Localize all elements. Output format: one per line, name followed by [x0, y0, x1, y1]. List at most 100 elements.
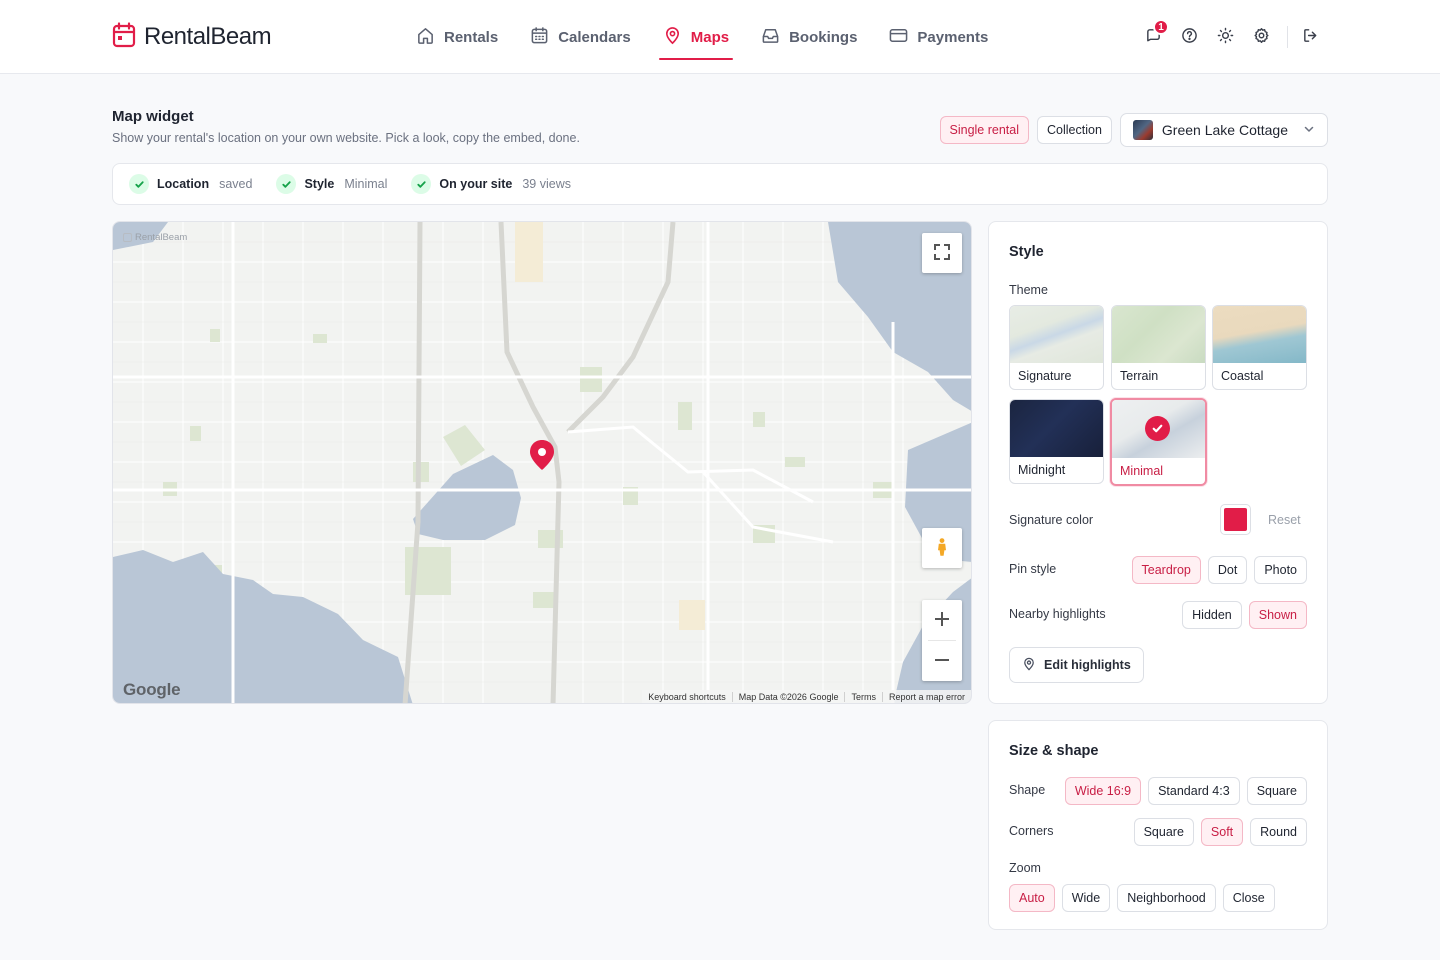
corners-options: Square Soft Round — [1133, 818, 1307, 846]
theme-midnight[interactable]: Midnight — [1009, 399, 1104, 484]
theme-signature[interactable]: Signature — [1009, 305, 1104, 390]
theme-midnight-thumbnail — [1010, 400, 1103, 457]
reset-color-button[interactable]: Reset — [1268, 513, 1301, 527]
size-shape-title: Size & shape — [1009, 743, 1099, 759]
nearby-highlights-options: Hidden Shown — [1182, 601, 1307, 629]
nav-payments-label: Payments — [917, 28, 989, 46]
zoom-out-button[interactable] — [922, 641, 962, 681]
nav-bookings[interactable]: Bookings — [745, 0, 873, 74]
help-button[interactable] — [1171, 20, 1207, 54]
zoom-controls — [922, 600, 962, 681]
header-actions: 1 — [1135, 19, 1328, 54]
logout-button[interactable] — [1292, 20, 1328, 54]
nav-payments[interactable]: Payments — [873, 0, 1004, 74]
zoom-close[interactable]: Close — [1222, 884, 1275, 912]
gear-icon — [1253, 27, 1270, 47]
pin-style-teardrop[interactable]: Teardrop — [1131, 556, 1201, 584]
settings-button[interactable] — [1243, 20, 1279, 54]
pin-style-options: Teardrop Dot Photo — [1131, 556, 1307, 584]
map-canvas[interactable] — [113, 222, 972, 704]
signature-color-label: Signature color — [1009, 513, 1094, 527]
corners-round[interactable]: Round — [1250, 818, 1307, 846]
theme-coastal-thumbnail — [1213, 306, 1306, 363]
corners-soft[interactable]: Soft — [1200, 818, 1244, 846]
selected-check-icon — [1145, 416, 1170, 441]
terms-link[interactable]: Terms — [844, 691, 882, 702]
rental-selector-value: Green Lake Cottage — [1161, 122, 1288, 138]
nav-calendars[interactable]: Calendars — [514, 0, 647, 74]
theme-terrain[interactable]: Terrain — [1111, 305, 1206, 390]
notifications-button[interactable]: 1 — [1135, 19, 1171, 54]
street-view-pegman-button[interactable] — [922, 528, 962, 568]
theme-coastal-label: Coastal — [1221, 369, 1264, 383]
theme-terrain-thumbnail — [1112, 306, 1205, 363]
signature-color-fill — [1224, 508, 1247, 531]
signature-color-swatch[interactable] — [1220, 504, 1251, 535]
status-on-site-label: On your site — [439, 177, 513, 191]
report-error-link[interactable]: Report a map error — [881, 691, 971, 702]
zoom-neighborhood[interactable]: Neighborhood — [1117, 884, 1216, 912]
map-attribution: Keyboard shortcuts Map Data ©2026 Google… — [642, 690, 971, 703]
scope-single-rental-button[interactable]: Single rental — [939, 116, 1030, 144]
fullscreen-button[interactable] — [922, 233, 962, 273]
setup-status-strip: Location saved Style Minimal On your sit… — [112, 163, 1328, 205]
shape-square[interactable]: Square — [1246, 777, 1307, 805]
nav-maps-label: Maps — [690, 28, 730, 46]
corners-square[interactable]: Square — [1133, 818, 1194, 846]
watermark-icon — [123, 233, 132, 242]
inbox-icon — [761, 26, 780, 49]
zoom-auto[interactable]: Auto — [1009, 884, 1055, 912]
scope-collection-button[interactable]: Collection — [1037, 116, 1112, 144]
brand[interactable]: RentalBeam — [112, 22, 272, 51]
zoom-in-button[interactable] — [922, 600, 962, 640]
nearby-highlights-label: Nearby highlights — [1009, 607, 1106, 621]
rental-selector[interactable]: Green Lake Cottage — [1119, 113, 1328, 147]
shape-standard[interactable]: Standard 4:3 — [1148, 777, 1240, 805]
brand-name: RentalBeam — [144, 22, 272, 50]
zoom-wide[interactable]: Wide — [1061, 884, 1111, 912]
map-pin-icon — [1022, 657, 1036, 674]
shape-options: Wide 16:9 Standard 4:3 Square — [1064, 777, 1307, 805]
fullscreen-icon — [932, 242, 952, 265]
status-style: Style Minimal — [276, 174, 387, 194]
credit-card-icon — [889, 26, 908, 49]
logout-icon — [1302, 27, 1319, 47]
keyboard-shortcuts-link[interactable]: Keyboard shortcuts — [642, 692, 732, 702]
main-nav: Rentals Calendars Maps Bookings Payments — [400, 0, 1004, 74]
theme-toggle-button[interactable] — [1207, 20, 1243, 54]
home-icon — [416, 26, 435, 49]
notification-badge: 1 — [1153, 19, 1169, 35]
shape-wide[interactable]: Wide 16:9 — [1064, 777, 1142, 805]
map-preview[interactable]: RentalBeam Google Keyboard shortcuts Map… — [112, 221, 972, 704]
rental-thumbnail — [1132, 120, 1153, 140]
check-icon — [411, 174, 432, 194]
theme-label: Theme — [1009, 283, 1048, 297]
zoom-label: Zoom — [1009, 861, 1041, 875]
theme-signature-label: Signature — [1018, 369, 1072, 383]
theme-signature-thumbnail — [1010, 306, 1103, 363]
corners-label: Corners — [1009, 824, 1054, 838]
map-watermark: RentalBeam — [123, 232, 187, 243]
shape-label: Shape — [1009, 783, 1046, 797]
theme-terrain-label: Terrain — [1120, 369, 1159, 383]
edit-highlights-button[interactable]: Edit highlights — [1009, 647, 1144, 683]
map-watermark-text: RentalBeam — [135, 232, 188, 243]
status-location-label: Location — [157, 177, 210, 191]
page-title: Map widget — [112, 108, 194, 125]
nav-rentals[interactable]: Rentals — [400, 0, 514, 74]
theme-coastal[interactable]: Coastal — [1212, 305, 1307, 390]
nearby-shown[interactable]: Shown — [1248, 601, 1307, 629]
map-data-text: Map Data ©2026 Google — [731, 691, 845, 702]
status-on-site-value: 39 views — [522, 177, 571, 191]
pin-style-photo[interactable]: Photo — [1254, 556, 1307, 584]
google-logo: Google — [123, 680, 181, 699]
check-icon — [276, 174, 297, 194]
check-icon — [129, 174, 149, 194]
pin-style-dot[interactable]: Dot — [1207, 556, 1248, 584]
chevron-down-icon — [1297, 122, 1315, 138]
nearby-hidden[interactable]: Hidden — [1182, 601, 1242, 629]
nav-maps[interactable]: Maps — [647, 0, 745, 74]
style-panel: Style Theme Signature Terrain Coastal Mi… — [988, 221, 1328, 704]
theme-minimal[interactable]: Minimal — [1110, 398, 1207, 486]
status-style-label: Style — [304, 177, 335, 191]
